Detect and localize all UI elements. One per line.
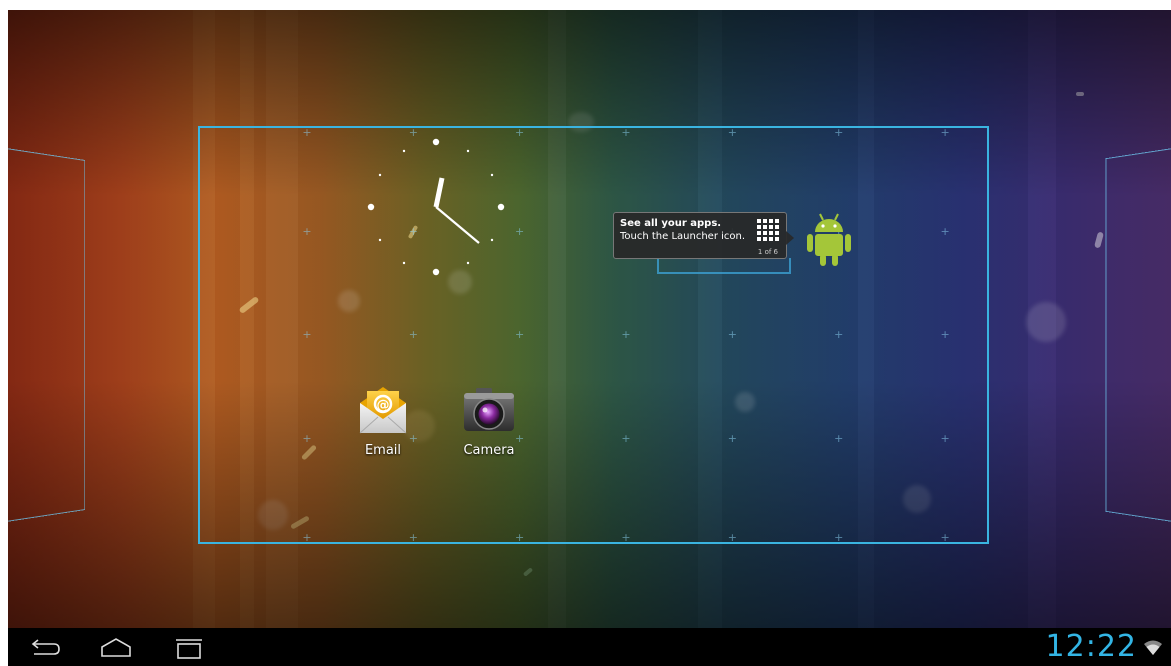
workspace-grid-marker: +: [515, 328, 525, 341]
navigation-bar: 12:22: [8, 628, 1171, 666]
workspace-grid-marker: +: [408, 328, 418, 341]
workspace-grid-marker: +: [621, 431, 631, 445]
workspace-grid-marker: +: [621, 126, 631, 139]
workspace-grid-marker: +: [302, 224, 312, 238]
workspace-grid-marker: +: [515, 126, 525, 139]
email-app[interactable]: @ Email: [348, 385, 418, 458]
workspace-grid-marker: +: [940, 531, 950, 544]
workspace-grid-marker: +: [727, 531, 737, 544]
hint-connector: [657, 258, 791, 274]
camera-icon: [464, 388, 514, 431]
wifi-icon[interactable]: [1143, 638, 1163, 656]
email-app-label: Email: [364, 443, 402, 458]
workspace-grid-marker: +: [834, 431, 844, 445]
workspace-grid-marker: +: [621, 531, 631, 544]
workspace-grid-marker: +: [940, 328, 950, 341]
workspace-grid-marker: +: [302, 431, 312, 445]
svg-text:@: @: [377, 398, 390, 413]
status-clock[interactable]: 12:22: [1046, 629, 1137, 665]
workspace-grid-marker: +: [940, 224, 950, 238]
left-page-preview[interactable]: [8, 148, 86, 522]
android-robot-icon: [807, 213, 851, 266]
workspace-grid-marker: +: [515, 531, 525, 544]
workspace-grid-marker: +: [302, 531, 312, 544]
workspace-grid-marker: +: [834, 328, 844, 341]
camera-app-label: Camera: [463, 443, 515, 458]
workspace-grid-marker: +: [621, 328, 631, 341]
workspace-grid-marker: +: [515, 224, 525, 238]
home-screen: +++++++++++++++++++++++++++++++++++: [8, 10, 1171, 666]
workspace-page-frame: +++++++++++++++++++++++++++++++++++: [198, 126, 989, 544]
launcher-grid-icon: [757, 219, 779, 241]
launcher-hint-bubble[interactable]: See all your apps. Touch the Launcher ic…: [613, 212, 794, 259]
workspace-grid-marker: +: [408, 531, 418, 544]
email-icon: @: [359, 387, 407, 434]
workspace-grid-marker: +: [940, 431, 950, 445]
hint-page-indicator: 1 of 6: [757, 248, 778, 256]
workspace-grid-marker: +: [834, 531, 844, 544]
recent-apps-icon[interactable]: [168, 634, 208, 662]
workspace-grid-marker: +: [940, 126, 950, 139]
workspace-grid-marker: +: [727, 328, 737, 341]
workspace-grid-marker: +: [727, 126, 737, 139]
workspace-grid-marker: +: [302, 126, 312, 139]
camera-app[interactable]: Camera: [454, 385, 524, 458]
workspace-grid-marker: +: [302, 328, 312, 341]
workspace-grid-marker: +: [727, 431, 737, 445]
home-icon[interactable]: [96, 634, 136, 662]
back-icon[interactable]: [24, 634, 64, 662]
right-page-preview[interactable]: [1105, 148, 1171, 522]
analog-clock-widget[interactable]: [363, 136, 509, 282]
workspace-grid-marker: +: [834, 126, 844, 139]
